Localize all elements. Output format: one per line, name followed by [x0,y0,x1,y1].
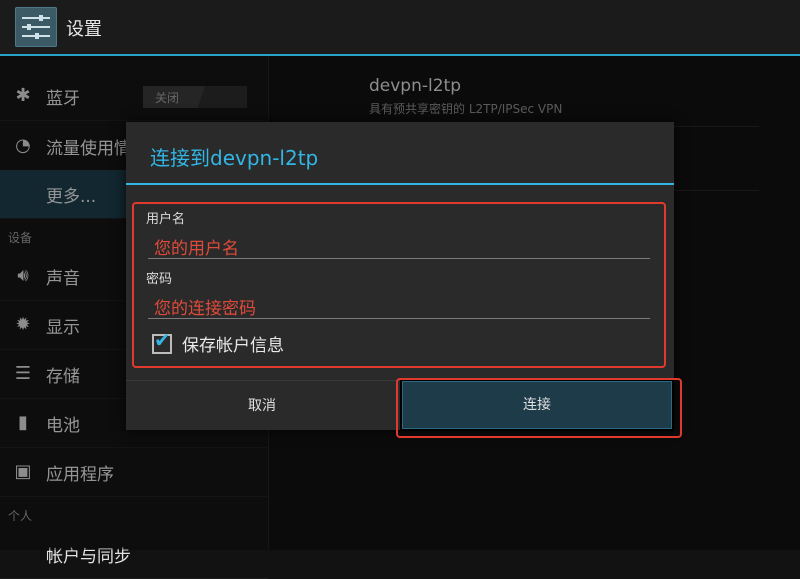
password-value: 您的连接密码 [154,299,256,319]
password-field[interactable]: 您的连接密码 [148,292,650,319]
username-value: 您的用户名 [154,239,239,259]
dialog-title-divider [126,183,674,185]
connect-button-highlight [396,378,682,438]
username-label: 用户名 [146,212,186,227]
password-label: 密码 [146,272,173,287]
save-account-label: 保存帐户信息 [182,336,284,356]
dialog-title: 连接到devpn-l2tp [150,146,319,170]
settings-app-icon[interactable] [15,7,57,47]
page-title: 设置 [66,19,102,40]
save-account-checkbox[interactable]: ✔ [152,330,172,354]
username-field[interactable]: 您的用户名 [148,232,650,259]
action-bar: 设置 [0,0,800,56]
cancel-button[interactable]: 取消 [126,381,398,431]
checkmark-icon: ✔ [154,328,171,352]
